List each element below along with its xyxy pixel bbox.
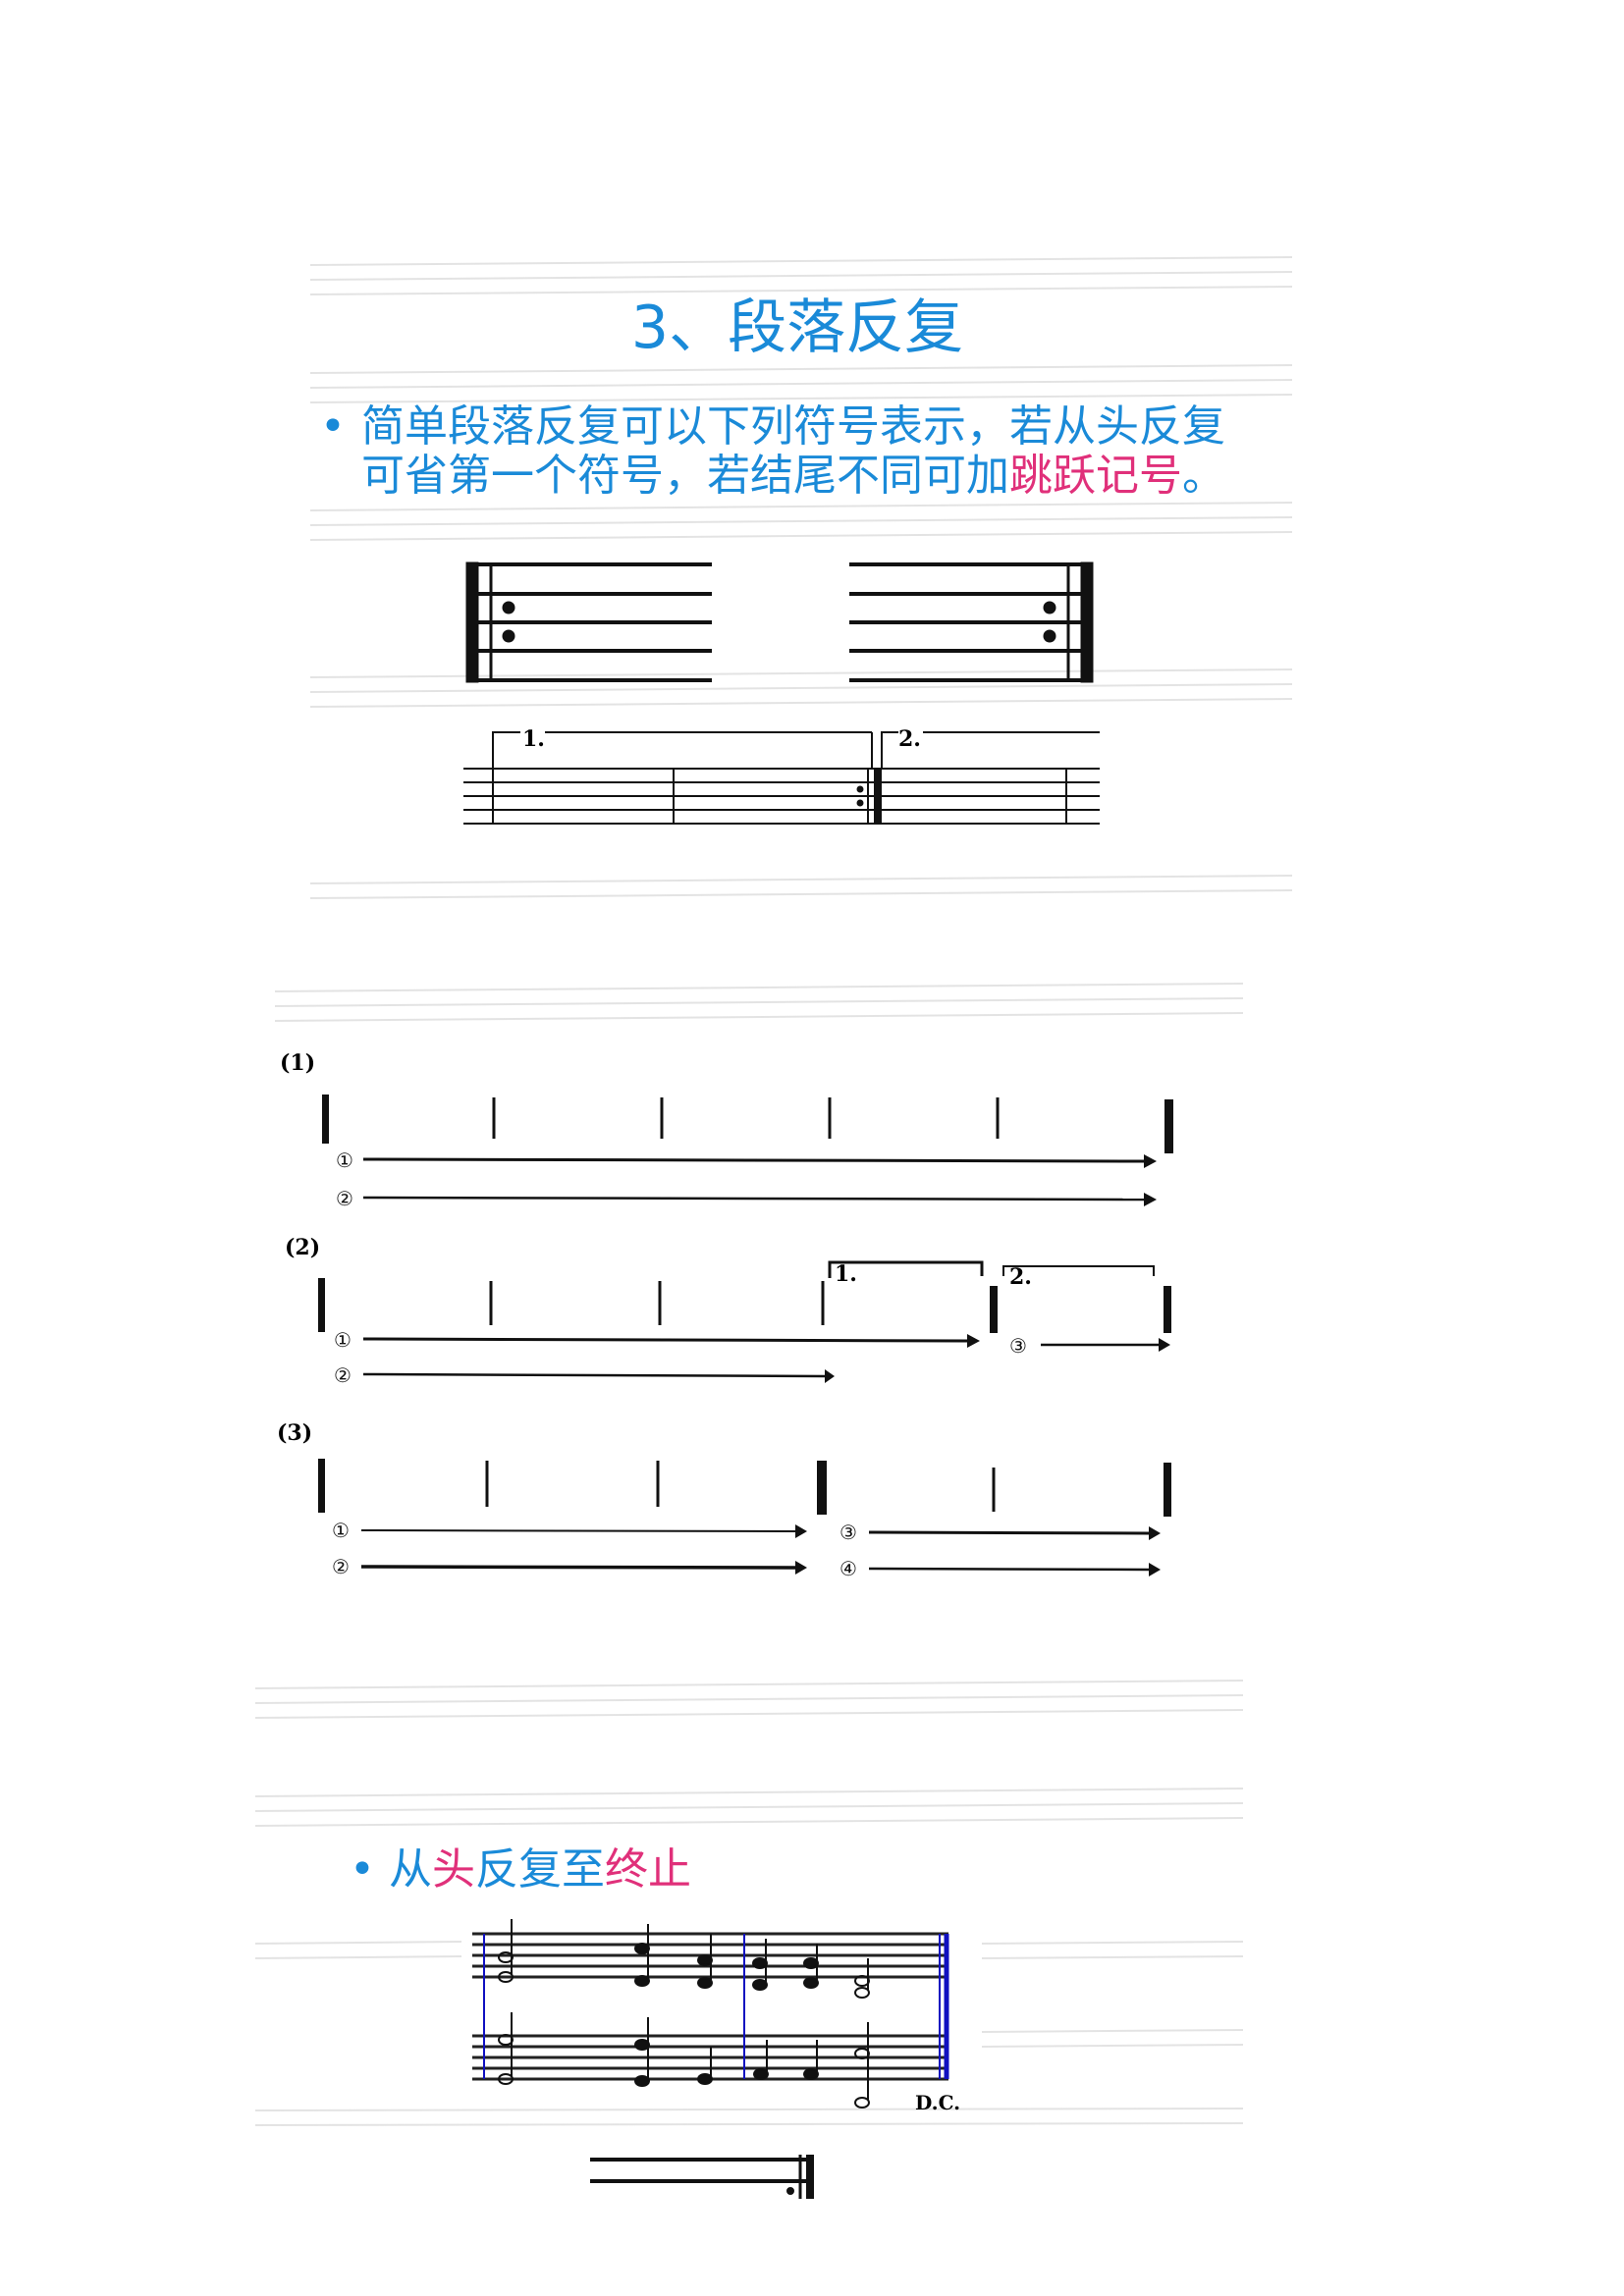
circled-number: ④: [839, 1557, 857, 1580]
circled-number: ②: [334, 1363, 352, 1387]
final-barline-fragment: [590, 2155, 814, 2199]
dc-text-segment: 终止: [605, 1844, 691, 1895]
dc-text-segment: 从: [389, 1844, 432, 1895]
arrowheads: [795, 1154, 1170, 1576]
diagram-label-1: (1): [280, 1050, 315, 1076]
volta-label-1: 1.: [522, 726, 545, 752]
bullet-icon: •: [350, 1844, 375, 1895]
repeat-diagram-2: [318, 1260, 1171, 1378]
volta-staff: [463, 731, 1100, 825]
diagram-label-3: (3): [277, 1420, 312, 1446]
bullet-paragraph: • 简单段落反复可以下列符号表示，若从头反复可省第一个符号，若结尾不同可加跳跃记号…: [320, 402, 1225, 501]
dc-bullet: • 从头反复至终止: [350, 1834, 691, 1896]
dc-text-segment: 反复至: [475, 1844, 605, 1895]
bullet-text-end: 。: [1182, 451, 1225, 501]
volta-label-1: 1.: [835, 1261, 857, 1287]
circled-number: ①: [334, 1328, 352, 1352]
volta-label-2: 2.: [898, 726, 921, 752]
circled-number: ③: [839, 1521, 857, 1544]
bullet-icon: •: [320, 401, 346, 452]
bg-staff-2: [274, 983, 1244, 1022]
page-title: 3、段落反复: [630, 294, 964, 362]
repeat-end-sign: [849, 561, 1094, 683]
dc-text-segment: 头: [432, 1844, 475, 1895]
circled-number: ②: [332, 1555, 350, 1578]
repeat-start-sign: [465, 561, 712, 683]
bullet-text-highlight: 跳跃记号: [1009, 451, 1182, 501]
diagram-label-2: (2): [285, 1235, 320, 1260]
circled-number: ①: [332, 1519, 350, 1542]
volta-label-2: 2.: [1009, 1264, 1032, 1290]
circled-number: ②: [336, 1187, 353, 1210]
dc-label: D.C.: [915, 2091, 961, 2114]
circled-number: ①: [336, 1148, 353, 1172]
repeat-diagram-3: [318, 1459, 1171, 1572]
circled-number: ③: [1009, 1334, 1027, 1358]
repeat-diagram-1: [322, 1095, 1173, 1201]
